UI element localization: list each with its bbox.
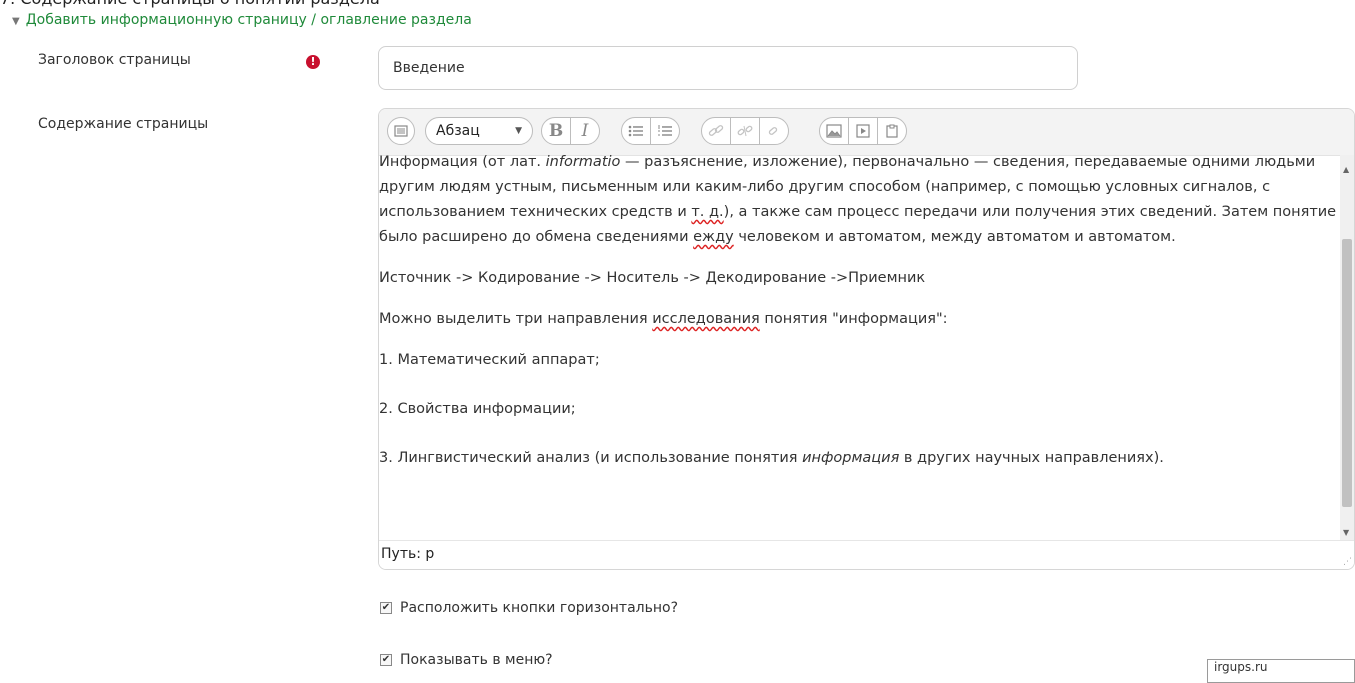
- paste-icon: [886, 124, 898, 138]
- unlink-icon: [737, 125, 753, 137]
- ordered-list-button[interactable]: [650, 117, 680, 145]
- link-button[interactable]: [701, 117, 731, 145]
- text-run-italic: informatio: [545, 155, 621, 170]
- editor-paragraph: Информация (от лат. informatio — разъясн…: [379, 155, 1340, 250]
- editor-content-area[interactable]: Информация (от лат. informatio — разъясн…: [379, 155, 1340, 543]
- text-run: понятия "информация":: [759, 311, 948, 327]
- anchor-button[interactable]: [759, 117, 789, 145]
- text-run-italic: информация: [802, 450, 900, 466]
- watermark-badge: irgups.ru: [1207, 659, 1355, 683]
- checkbox-horizontal-buttons[interactable]: ✔: [380, 602, 392, 614]
- text-run: в других научных направлениях).: [899, 450, 1164, 466]
- editor-paragraph: 2. Свойства информации;: [379, 401, 576, 417]
- media-button[interactable]: [848, 117, 878, 145]
- unordered-list-icon: [628, 125, 643, 137]
- scrollbar-thumb[interactable]: [1342, 239, 1352, 507]
- section-header-add-page[interactable]: ▼ Добавить информационную страницу / огла…: [12, 12, 472, 28]
- option-show-in-menu[interactable]: ✔ Показывать в меню?: [380, 652, 553, 668]
- spellcheck-word[interactable]: т. д.: [691, 204, 723, 220]
- bold-icon: B: [548, 121, 564, 141]
- page-content-label: Содержание страницы: [38, 116, 209, 132]
- ordered-list-icon: [658, 125, 672, 136]
- text-run: человеком и автоматом, между автоматом и…: [733, 229, 1176, 245]
- editor-paragraph: Можно выделить три направления исследова…: [379, 307, 1340, 332]
- option-horizontal-buttons[interactable]: ✔ Расположить кнопки горизонтально?: [380, 600, 678, 616]
- required-icon: !: [306, 55, 320, 69]
- page-title-input[interactable]: [378, 46, 1078, 90]
- text-run: 3. Лингвистический анализ (и использован…: [379, 450, 803, 466]
- scroll-up-icon[interactable]: ▲: [1343, 165, 1349, 174]
- image-button[interactable]: [819, 117, 849, 145]
- element-path: Путь: p: [381, 546, 435, 562]
- italic-button[interactable]: I: [570, 117, 600, 145]
- editor-paragraph: 3. Лингвистический анализ (и использован…: [379, 446, 1340, 471]
- resize-handle-icon[interactable]: ⋰: [1343, 557, 1352, 567]
- checkbox-show-in-menu[interactable]: ✔: [380, 654, 392, 666]
- page-title-label: Заголовок страницы: [38, 52, 191, 68]
- editor-paragraph: Источник -> Кодирование -> Носитель -> Д…: [379, 270, 926, 286]
- media-icon: [856, 124, 870, 138]
- editor-path-bar: Путь: p: [379, 540, 1354, 569]
- image-icon: [826, 124, 842, 138]
- spellcheck-word[interactable]: ежду: [693, 229, 734, 245]
- editor-paragraph: 1. Математический аппарат;: [379, 352, 600, 368]
- bold-button[interactable]: B: [541, 117, 571, 145]
- text-run: Информация (от лат.: [379, 155, 546, 170]
- unordered-list-button[interactable]: [621, 117, 651, 145]
- paste-button[interactable]: [877, 117, 907, 145]
- editor-scrollbar[interactable]: ▲ ▼: [1340, 155, 1354, 543]
- text-run: Можно выделить три направления: [379, 311, 653, 327]
- collapse-caret-icon[interactable]: ▼: [12, 16, 20, 27]
- italic-icon: I: [581, 121, 589, 141]
- rich-text-editor[interactable]: Абзац ▼ B I Информация (от лат. informat…: [378, 108, 1355, 570]
- previous-heading-fragment: 7. Содержание страницы о понятии раздела: [0, 0, 380, 8]
- unlink-button[interactable]: [730, 117, 760, 145]
- spellcheck-word[interactable]: исследования: [652, 311, 760, 327]
- link-icon: [708, 125, 724, 136]
- checkbox-label: Показывать в меню?: [400, 652, 553, 668]
- toolbar-toggle-icon[interactable]: [387, 117, 415, 145]
- chevron-down-icon: ▼: [515, 126, 522, 136]
- checkbox-label: Расположить кнопки горизонтально?: [400, 600, 679, 616]
- section-header-label[interactable]: Добавить информационную страницу / оглав…: [26, 12, 472, 28]
- editor-toolbar: Абзац ▼ B I: [379, 109, 1354, 156]
- paragraph-format-select[interactable]: Абзац ▼: [425, 117, 533, 145]
- anchor-icon: [768, 127, 778, 135]
- format-select-value: Абзац: [436, 123, 480, 139]
- scroll-down-icon[interactable]: ▼: [1343, 528, 1349, 537]
